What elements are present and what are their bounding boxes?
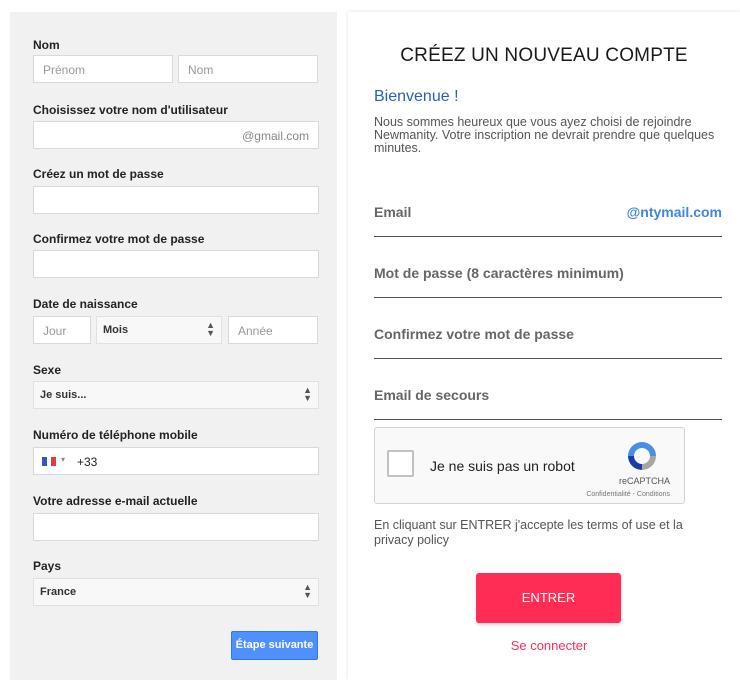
country-dropdown-icon[interactable]: ▾ bbox=[61, 455, 65, 464]
phone-label: Numéro de téléphone mobile bbox=[33, 428, 198, 442]
recaptcha-brand: reCAPTCHA bbox=[618, 476, 670, 486]
email-label: Email bbox=[374, 204, 412, 220]
country-select[interactable]: France ▲ ▼ bbox=[33, 578, 319, 606]
password-field[interactable]: Mot de passe (8 caractères minimum) bbox=[374, 265, 722, 298]
select-arrows-icon: ▲ ▼ bbox=[303, 582, 312, 600]
backup-email-field[interactable]: Email de secours bbox=[374, 387, 722, 420]
login-link[interactable]: Se connecter bbox=[348, 638, 740, 653]
day-placeholder: Jour bbox=[43, 324, 67, 338]
recaptcha-links[interactable]: Confidentialité - Conditions bbox=[586, 491, 670, 498]
confirm-password-label: Confirmez votre mot de passe bbox=[33, 232, 205, 246]
select-arrows-icon: ▲ ▼ bbox=[303, 385, 312, 403]
username-suffix: @gmail.com bbox=[242, 129, 309, 143]
select-arrows-icon: ▲ ▼ bbox=[206, 320, 215, 338]
current-email-label: Votre adresse e-mail actuelle bbox=[33, 494, 198, 508]
first-name-placeholder: Prénom bbox=[43, 63, 86, 77]
year-placeholder: Année bbox=[238, 324, 273, 338]
phone-prefix: +33 bbox=[77, 455, 98, 469]
recaptcha-logo-icon bbox=[628, 442, 656, 470]
country-value: France bbox=[40, 586, 77, 598]
page-title: CRÉEZ UN NOUVEAU COMPTE bbox=[400, 45, 688, 66]
birth-day-input[interactable]: Jour bbox=[33, 316, 91, 344]
current-email-input[interactable] bbox=[33, 513, 319, 541]
last-name-input[interactable]: Nom bbox=[178, 55, 318, 83]
first-name-input[interactable]: Prénom bbox=[33, 55, 173, 83]
captcha-label: Je ne suis pas un robot bbox=[430, 458, 575, 474]
terms-text: En cliquant sur ENTRER j'accepte les ter… bbox=[374, 518, 683, 547]
welcome-heading: Bienvenue ! bbox=[374, 88, 459, 105]
next-step-button[interactable]: Étape suivante bbox=[231, 631, 318, 660]
password-label: Mot de passe (8 caractères minimum) bbox=[374, 265, 624, 281]
password-input[interactable] bbox=[33, 186, 319, 214]
confirm-password-field[interactable]: Confirmez votre mot de passe bbox=[374, 326, 722, 359]
birth-month-select[interactable]: Mois ▲ ▼ bbox=[96, 316, 222, 344]
captcha-checkbox[interactable] bbox=[387, 450, 414, 477]
newmanity-signup-panel: CRÉEZ UN NOUVEAU COMPTE Bienvenue ! Nous… bbox=[348, 12, 740, 680]
confirm-password-label: Confirmez votre mot de passe bbox=[374, 326, 574, 342]
name-label: Nom bbox=[33, 38, 60, 52]
gender-value: Je suis... bbox=[40, 389, 87, 401]
last-name-placeholder: Nom bbox=[188, 63, 214, 77]
backup-email-label: Email de secours bbox=[374, 387, 490, 403]
france-flag-icon[interactable] bbox=[42, 457, 56, 466]
password-label: Créez un mot de passe bbox=[33, 167, 164, 181]
confirm-password-input[interactable] bbox=[33, 250, 319, 278]
month-value: Mois bbox=[103, 324, 129, 336]
phone-input[interactable]: ▾ +33 bbox=[33, 447, 319, 475]
username-input[interactable]: @gmail.com bbox=[33, 121, 319, 149]
recaptcha-widget: Je ne suis pas un robot reCAPTCHA Confid… bbox=[374, 427, 685, 504]
country-label: Pays bbox=[33, 559, 62, 573]
email-field[interactable]: Email @ntymail.com bbox=[374, 204, 722, 237]
intro-text: Nous sommes heureux que vous ayez choisi… bbox=[374, 115, 715, 155]
birthdate-label: Date de naissance bbox=[33, 297, 138, 311]
enter-button[interactable]: ENTRER bbox=[476, 573, 621, 623]
username-label: Choisissez votre nom d'utilisateur bbox=[33, 103, 228, 117]
gender-label: Sexe bbox=[33, 363, 62, 377]
email-domain: @ntymail.com bbox=[626, 204, 722, 220]
gender-select[interactable]: Je suis... ▲ ▼ bbox=[33, 381, 319, 409]
birth-year-input[interactable]: Année bbox=[228, 316, 318, 344]
google-signup-panel: Nom Prénom Nom Choisissez votre nom d'ut… bbox=[10, 12, 337, 680]
